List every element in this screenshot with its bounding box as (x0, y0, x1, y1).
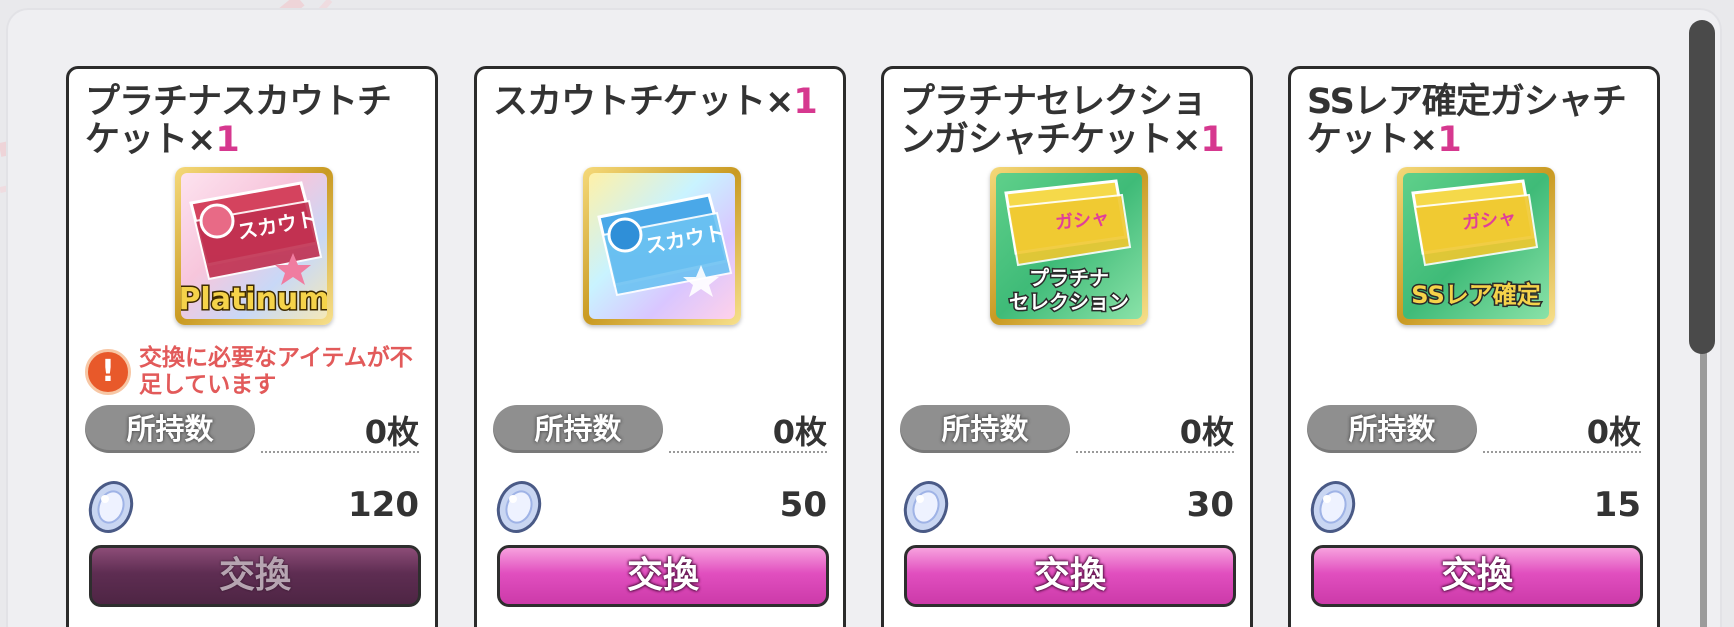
exchange-card-platinum-selection: プラチナセレクションガシャチケット×1 ガシャ プラチナ セレクション 所持数 … (881, 66, 1253, 627)
svg-text:SSレア確定: SSレア確定 (1411, 281, 1541, 309)
svg-text:セレクション: セレクション (1009, 290, 1129, 314)
divider (261, 451, 419, 453)
owned-count-row: 所持数 0枚 (493, 405, 827, 457)
gem-icon (88, 481, 134, 533)
owned-value: 0枚 (1179, 413, 1234, 451)
card-title: プラチナスカウトチケット×1 (85, 82, 392, 160)
platinum-selection-gacha-ticket-icon: ガシャ プラチナ セレクション (990, 167, 1148, 325)
scout-ticket-icon: スカウト (583, 167, 741, 325)
gem-icon (496, 481, 542, 533)
cost-value: 50 (779, 485, 827, 525)
platinum-scout-ticket-icon: スカウト Platinum (175, 167, 333, 325)
card-title: SSレア確定ガシャチケット×1 (1307, 82, 1627, 160)
cost-row: 120 (85, 475, 419, 535)
owned-count-row: 所持数 0枚 (900, 405, 1234, 457)
exchange-button[interactable]: 交換 (904, 545, 1236, 607)
exclamation-icon: ! (85, 349, 131, 395)
owned-value: 0枚 (1586, 413, 1641, 451)
owned-label: 所持数 (1307, 405, 1477, 453)
exchange-card-platinum-scout: プラチナスカウトチケット×1 スカウト Platinum ! 交換に必要なアイテ… (66, 66, 438, 627)
exchange-card-ss-rare: SSレア確定ガシャチケット×1 ガシャ SSレア確定 所持数 0枚 15 交換 (1288, 66, 1660, 627)
divider (1483, 451, 1641, 453)
owned-label: 所持数 (85, 405, 255, 453)
scrollbar-thumb[interactable] (1689, 20, 1715, 354)
card-title: スカウトチケット×1 (493, 82, 818, 122)
divider (1076, 451, 1234, 453)
svg-text:プラチナ: プラチナ (1029, 266, 1109, 290)
svg-text:Platinum: Platinum (181, 282, 327, 317)
divider (669, 451, 827, 453)
exchange-card-scout: スカウトチケット×1 スカウト 所持数 0枚 50 交換 (474, 66, 846, 627)
owned-label: 所持数 (493, 405, 663, 453)
owned-count-row: 所持数 0枚 (85, 405, 419, 457)
gem-icon (903, 481, 949, 533)
cost-row: 30 (900, 475, 1234, 535)
cost-value: 30 (1186, 485, 1234, 525)
exchange-button[interactable]: 交換 (497, 545, 829, 607)
gem-icon (1310, 481, 1356, 533)
ss-rare-gacha-ticket-icon: ガシャ SSレア確定 (1397, 167, 1555, 325)
owned-count-row: 所持数 0枚 (1307, 405, 1641, 457)
owned-value: 0枚 (772, 413, 827, 451)
cost-value: 15 (1593, 485, 1641, 525)
exchange-button[interactable]: 交換 (89, 545, 421, 607)
cost-row: 15 (1307, 475, 1641, 535)
owned-label: 所持数 (900, 405, 1070, 453)
owned-value: 0枚 (364, 413, 419, 451)
exchange-button[interactable]: 交換 (1311, 545, 1643, 607)
insufficient-items-warning: ! 交換に必要なアイテムが不足しています (85, 345, 425, 405)
cost-row: 50 (493, 475, 827, 535)
warning-text: 交換に必要なアイテムが不足しています (139, 345, 413, 398)
cost-value: 120 (348, 485, 419, 525)
card-title: プラチナセレクションガシャチケット×1 (900, 82, 1225, 160)
